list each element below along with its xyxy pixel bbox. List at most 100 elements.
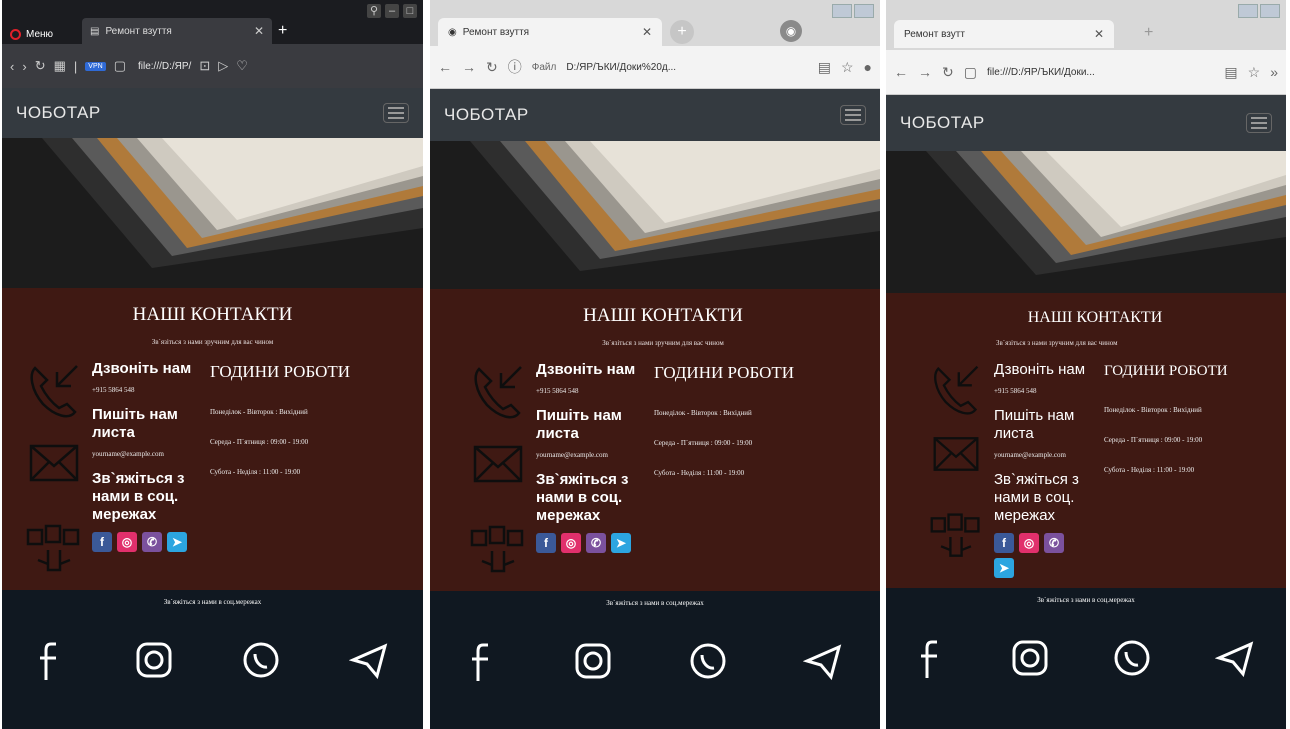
hamburger-menu-icon[interactable] <box>840 105 866 125</box>
forward-icon[interactable]: › <box>22 59 26 74</box>
facebook-icon[interactable] <box>468 641 498 681</box>
opera-tab[interactable]: ▤ Ремонт взуття ✕ <box>82 18 272 44</box>
hero-image-leather <box>430 141 880 289</box>
hamburger-menu-icon[interactable] <box>1246 113 1272 133</box>
facebook-icon[interactable] <box>917 638 947 678</box>
leather-samples-image <box>430 141 880 289</box>
maximize-button[interactable]: □ <box>403 4 417 18</box>
telegram-icon[interactable]: ➤ <box>167 532 187 552</box>
envelope-icon <box>933 437 979 471</box>
translate-icon[interactable]: ▤ <box>1224 64 1237 81</box>
telegram-icon[interactable] <box>1214 638 1255 678</box>
contacts-title: НАШІ КОНТАКТИ <box>1027 309 1163 326</box>
send-icon[interactable]: ▷ <box>218 58 228 74</box>
chrome-tab[interactable]: Ремонт взутт ✕ <box>894 20 1114 48</box>
page-icon: ▢ <box>963 63 977 80</box>
minimize-button[interactable] <box>1238 4 1258 18</box>
maximize-button[interactable] <box>1260 4 1280 18</box>
forward-icon[interactable]: → <box>462 59 476 75</box>
close-icon[interactable]: ✕ <box>1094 27 1104 41</box>
whatsapp-icon[interactable] <box>241 640 281 680</box>
profile-icon[interactable]: ● <box>864 59 872 75</box>
viber-icon[interactable]: ✆ <box>586 533 606 553</box>
new-tab-button[interactable]: + <box>278 22 287 40</box>
page-icon: ▢ <box>113 58 126 73</box>
back-icon[interactable]: ‹ <box>10 59 14 74</box>
chrome-titlebar: Ремонт взутт ✕ + <box>886 0 1286 50</box>
info-icon[interactable]: ⓘ <box>508 57 522 77</box>
instagram-icon[interactable] <box>573 641 613 681</box>
site-brand[interactable]: ЧОБОТАР <box>444 105 529 125</box>
whatsapp-icon[interactable] <box>688 641 728 681</box>
social-network-icon <box>26 524 80 572</box>
close-icon[interactable]: ✕ <box>642 25 652 39</box>
maximize-button[interactable] <box>854 4 874 18</box>
instagram-icon[interactable] <box>134 640 174 680</box>
chrome-tab[interactable]: ◉ Ремонт взуття ✕ <box>438 18 662 46</box>
envelope-icon <box>473 445 523 483</box>
hours-title: ГОДИНИ РОБОТИ <box>654 363 795 382</box>
new-tab-button[interactable]: + <box>670 20 694 44</box>
opera-tab-title: Ремонт взуття <box>105 25 172 37</box>
star-icon[interactable]: ☆ <box>1248 64 1261 81</box>
instagram-icon[interactable]: ◎ <box>117 532 137 552</box>
overflow-icon[interactable]: » <box>1270 64 1278 80</box>
social-links: f ◎ ✆ ➤ <box>92 532 210 552</box>
heart-icon[interactable]: ♡ <box>236 58 248 74</box>
hours-line: Понеділок - Вівторок : Вихідний <box>1104 406 1202 414</box>
facebook-icon[interactable]: f <box>536 533 556 553</box>
email-address[interactable]: yourname@example.com <box>994 451 1104 459</box>
url-field[interactable]: file:///D:/ЯР/ЪКИ/Доки... <box>987 67 1214 78</box>
close-icon[interactable]: ✕ <box>254 24 264 38</box>
browser-window-chrome: ◉ Ремонт взуття ✕ + ◉ ← → ↻ ⓘ Файл D:/ЯР… <box>430 0 880 729</box>
reload-icon[interactable]: ↻ <box>486 59 498 76</box>
hamburger-menu-icon[interactable] <box>383 103 409 123</box>
email-address[interactable]: yourname@example.com <box>536 451 654 459</box>
url-field[interactable]: D:/ЯР/ЪКИ/Доки%20д... <box>566 62 807 73</box>
facebook-icon[interactable]: f <box>92 532 112 552</box>
reload-icon[interactable]: ↻ <box>942 64 954 81</box>
hours-title: ГОДИНИ РОБОТИ <box>210 362 351 381</box>
phone-number[interactable]: +915 5864 548 <box>536 387 654 395</box>
window-controls <box>832 4 874 18</box>
star-icon[interactable]: ☆ <box>841 59 854 76</box>
back-icon[interactable]: ← <box>894 64 908 80</box>
telegram-icon[interactable]: ➤ <box>994 558 1014 578</box>
phone-number[interactable]: +915 5864 548 <box>994 387 1104 395</box>
reload-icon[interactable]: ↻ <box>35 58 46 74</box>
new-tab-button[interactable]: + <box>1144 24 1153 42</box>
forward-icon[interactable]: → <box>918 64 932 80</box>
telegram-icon[interactable]: ➤ <box>611 533 631 553</box>
phone-number[interactable]: +915 5864 548 <box>92 386 210 394</box>
site-navbar: ЧОБОТАР <box>886 95 1286 151</box>
search-icon[interactable]: ⚲ <box>367 4 381 18</box>
site-brand[interactable]: ЧОБОТАР <box>900 113 985 133</box>
facebook-icon[interactable]: f <box>994 533 1014 553</box>
facebook-icon[interactable] <box>36 640 66 680</box>
viber-icon[interactable]: ✆ <box>1044 533 1064 553</box>
contacts-section: НАШІ КОНТАКТИ Зв`язіться з нами зручним … <box>430 289 880 591</box>
back-icon[interactable]: ← <box>438 59 452 75</box>
whatsapp-icon[interactable] <box>1112 638 1152 678</box>
instagram-icon[interactable]: ◎ <box>1019 533 1039 553</box>
email-address[interactable]: yourname@example.com <box>92 450 210 458</box>
telegram-icon[interactable] <box>349 640 389 680</box>
extension-icon[interactable]: ◉ <box>780 20 802 42</box>
site-brand[interactable]: ЧОБОТАР <box>16 103 101 123</box>
viber-icon[interactable]: ✆ <box>142 532 162 552</box>
minimize-button[interactable] <box>832 4 852 18</box>
snapshot-icon[interactable]: ⊡ <box>199 58 210 74</box>
instagram-icon[interactable]: ◎ <box>561 533 581 553</box>
instagram-icon[interactable] <box>1010 638 1050 678</box>
vpn-badge[interactable]: VPN <box>85 61 106 71</box>
opera-logo-icon <box>10 28 21 40</box>
url-field[interactable]: file:///D:/ЯР/ <box>138 61 191 72</box>
minimize-button[interactable]: – <box>385 4 399 18</box>
translate-icon[interactable]: ▤ <box>818 59 831 76</box>
telegram-icon[interactable] <box>802 641 843 681</box>
chrome-address-bar: ← → ↻ ▢ file:///D:/ЯР/ЪКИ/Доки... ▤ ☆ » <box>886 50 1286 95</box>
site-footer: Зв`яжіться з нами в соц.мережах <box>430 591 880 729</box>
chrome-tab-title: Ремонт взутт <box>904 28 965 40</box>
opera-menu-button[interactable]: Меню <box>10 24 53 44</box>
speed-dial-icon[interactable]: ▦ <box>54 58 66 74</box>
